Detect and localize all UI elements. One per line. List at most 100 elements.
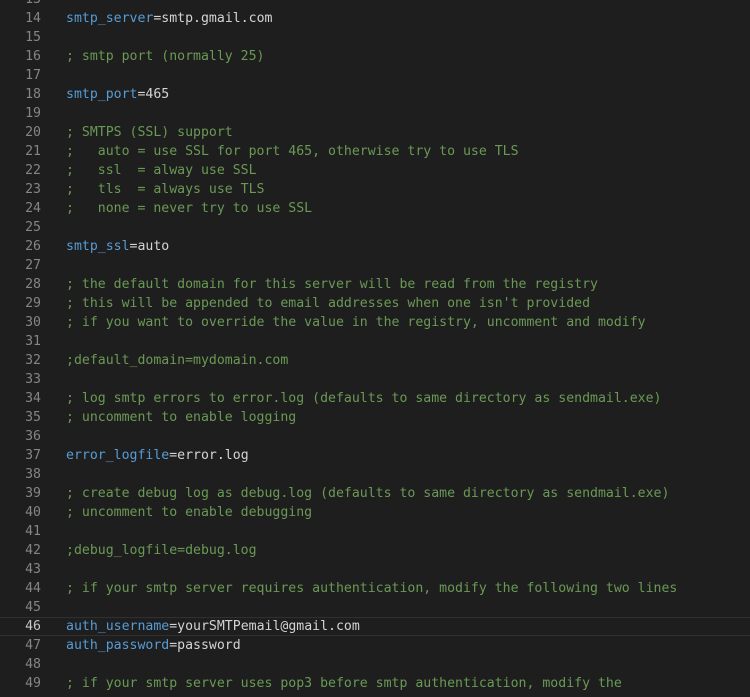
code-line[interactable]: 26 smtp_ssl=auto xyxy=(0,237,750,256)
comment-text: ; create debug log as debug.log (default… xyxy=(66,486,670,501)
line-content: ;debug_logfile=debug.log xyxy=(66,541,257,560)
line-number: 20 xyxy=(25,125,41,140)
line-content: ; tls = always use TLS xyxy=(66,180,265,199)
line-number: 29 xyxy=(25,296,41,311)
code-line[interactable]: 46 auth_username=yourSMTPemail@gmail.com xyxy=(0,617,750,636)
config-key: error_logfile xyxy=(66,448,170,463)
line-number: 38 xyxy=(25,467,41,482)
code-line[interactable]: 18 smtp_port=465 xyxy=(0,85,750,104)
line-number: 23 xyxy=(25,182,41,197)
code-line[interactable]: 36 xyxy=(0,427,750,446)
comment-text: ; tls = always use TLS xyxy=(66,182,265,197)
line-content: ; smtp port (normally 25) xyxy=(66,47,265,66)
config-key: auth_password xyxy=(66,638,170,653)
code-line[interactable]: 29 ; this will be appended to email addre… xyxy=(0,294,750,313)
code-line[interactable]: 19 xyxy=(0,104,750,123)
line-content: ; auto = use SSL for port 465, otherwise… xyxy=(66,142,519,161)
comment-text: ; uncomment to enable logging xyxy=(66,410,297,425)
code-line[interactable]: 17 xyxy=(0,66,750,85)
code-line[interactable]: 31 xyxy=(0,332,750,351)
code-line[interactable]: 20 ; SMTPS (SSL) support xyxy=(0,123,750,142)
code-line[interactable]: 33 xyxy=(0,370,750,389)
line-number: 30 xyxy=(25,315,41,330)
code-line[interactable]: 16 ; smtp port (normally 25) xyxy=(0,47,750,66)
comment-text: ; SMTPS (SSL) support xyxy=(66,125,233,140)
line-content: smtp_ssl=auto xyxy=(66,237,169,256)
code-line[interactable]: 21 ; auto = use SSL for port 465, otherwi… xyxy=(0,142,750,161)
line-number: 33 xyxy=(25,372,41,387)
line-number: 15 xyxy=(25,30,41,45)
config-key: smtp_ssl xyxy=(66,239,130,254)
code-line[interactable]: 14 smtp_server=smtp.gmail.com xyxy=(0,9,750,28)
config-key: auth_username xyxy=(66,619,170,634)
line-content: ; if you want to override the value in t… xyxy=(66,313,646,332)
config-key: smtp_port xyxy=(66,87,138,102)
code-line[interactable]: 45 xyxy=(0,598,750,617)
line-content: auth_password=password xyxy=(66,636,241,655)
line-number: 39 xyxy=(25,486,41,501)
line-number: 46 xyxy=(25,619,41,634)
comment-text: ; this will be appended to email address… xyxy=(66,296,591,311)
config-value: smtp.gmail.com xyxy=(161,11,273,26)
code-line[interactable]: 48 xyxy=(0,655,750,674)
comment-text: ; if your smtp server requires authentic… xyxy=(66,581,678,596)
line-number: 25 xyxy=(25,220,41,235)
config-key: smtp_server xyxy=(66,11,154,26)
comment-text: ; if your smtp server uses pop3 before s… xyxy=(66,676,622,691)
code-line[interactable]: 25 xyxy=(0,218,750,237)
code-line[interactable]: 41 xyxy=(0,522,750,541)
line-content: ; none = never try to use SSL xyxy=(66,199,312,218)
code-line[interactable]: 34 ; log smtp errors to error.log (defaul… xyxy=(0,389,750,408)
line-content: ; this will be appended to email address… xyxy=(66,294,590,313)
code-line[interactable]: 22 ; ssl = alway use SSL xyxy=(0,161,750,180)
code-line[interactable]: 44 ; if your smtp server requires authent… xyxy=(0,579,750,598)
code-line[interactable]: 39 ; create debug log as debug.log (defau… xyxy=(0,484,750,503)
code-line[interactable]: 35 ; uncomment to enable logging xyxy=(0,408,750,427)
comment-text: ;debug_logfile=debug.log xyxy=(66,543,257,558)
comment-text: ; none = never try to use SSL xyxy=(66,201,313,216)
line-content: ; log smtp errors to error.log (defaults… xyxy=(66,389,661,408)
comment-text: ;default_domain=mydomain.com xyxy=(66,353,289,368)
code-line[interactable]: 43 xyxy=(0,560,750,579)
config-value: error.log xyxy=(177,448,249,463)
code-line[interactable]: 24 ; none = never try to use SSL xyxy=(0,199,750,218)
code-line[interactable]: 40 ; uncomment to enable debugging xyxy=(0,503,750,522)
config-value: auto xyxy=(137,239,170,254)
line-number: 45 xyxy=(25,600,41,615)
config-value: yourSMTPemail@gmail.com xyxy=(177,619,360,634)
line-number: 22 xyxy=(25,163,41,178)
code-line[interactable]: 27 xyxy=(0,256,750,275)
line-number: 42 xyxy=(25,543,41,558)
config-value: password xyxy=(177,638,241,653)
line-number: 26 xyxy=(25,239,41,254)
line-content: ; ssl = alway use SSL xyxy=(66,161,257,180)
line-number: 17 xyxy=(25,68,41,83)
line-number: 47 xyxy=(25,638,41,653)
code-line[interactable]: 47 auth_password=password xyxy=(0,636,750,655)
code-line[interactable]: 42 ;debug_logfile=debug.log xyxy=(0,541,750,560)
code-line[interactable]: 15 xyxy=(0,28,750,47)
code-line[interactable]: 49 ; if your smtp server uses pop3 before… xyxy=(0,674,750,693)
line-number: 27 xyxy=(25,258,41,273)
code-editor[interactable]: 1314smtp_server=smtp.gmail.com 15 16; smtp… xyxy=(0,0,750,693)
equals-sign: = xyxy=(169,638,178,653)
line-content: ; if your smtp server requires authentic… xyxy=(66,579,677,598)
line-number: 40 xyxy=(25,505,41,520)
line-content: ; create debug log as debug.log (default… xyxy=(66,484,669,503)
comment-text: ; the default domain for this server wil… xyxy=(66,277,598,292)
code-line[interactable]: 32 ;default_domain=mydomain.com xyxy=(0,351,750,370)
line-number: 41 xyxy=(25,524,41,539)
code-line[interactable]: 28 ; the default domain for this server w… xyxy=(0,275,750,294)
line-number: 49 xyxy=(25,676,41,691)
line-content: smtp_server=smtp.gmail.com xyxy=(66,9,272,28)
comment-text: ; if you want to override the value in t… xyxy=(66,315,646,330)
code-line[interactable]: 13 xyxy=(0,0,750,9)
code-line[interactable]: 30 ; if you want to override the value in… xyxy=(0,313,750,332)
code-line[interactable]: 37 error_logfile=error.log xyxy=(0,446,750,465)
code-line[interactable]: 23 ; tls = always use TLS xyxy=(0,180,750,199)
comment-text: ; auto = use SSL for port 465, otherwise… xyxy=(66,144,519,159)
equals-sign: = xyxy=(169,448,178,463)
code-line[interactable]: 38 xyxy=(0,465,750,484)
line-content: ; uncomment to enable logging xyxy=(66,408,296,427)
comment-text: ; uncomment to enable debugging xyxy=(66,505,313,520)
